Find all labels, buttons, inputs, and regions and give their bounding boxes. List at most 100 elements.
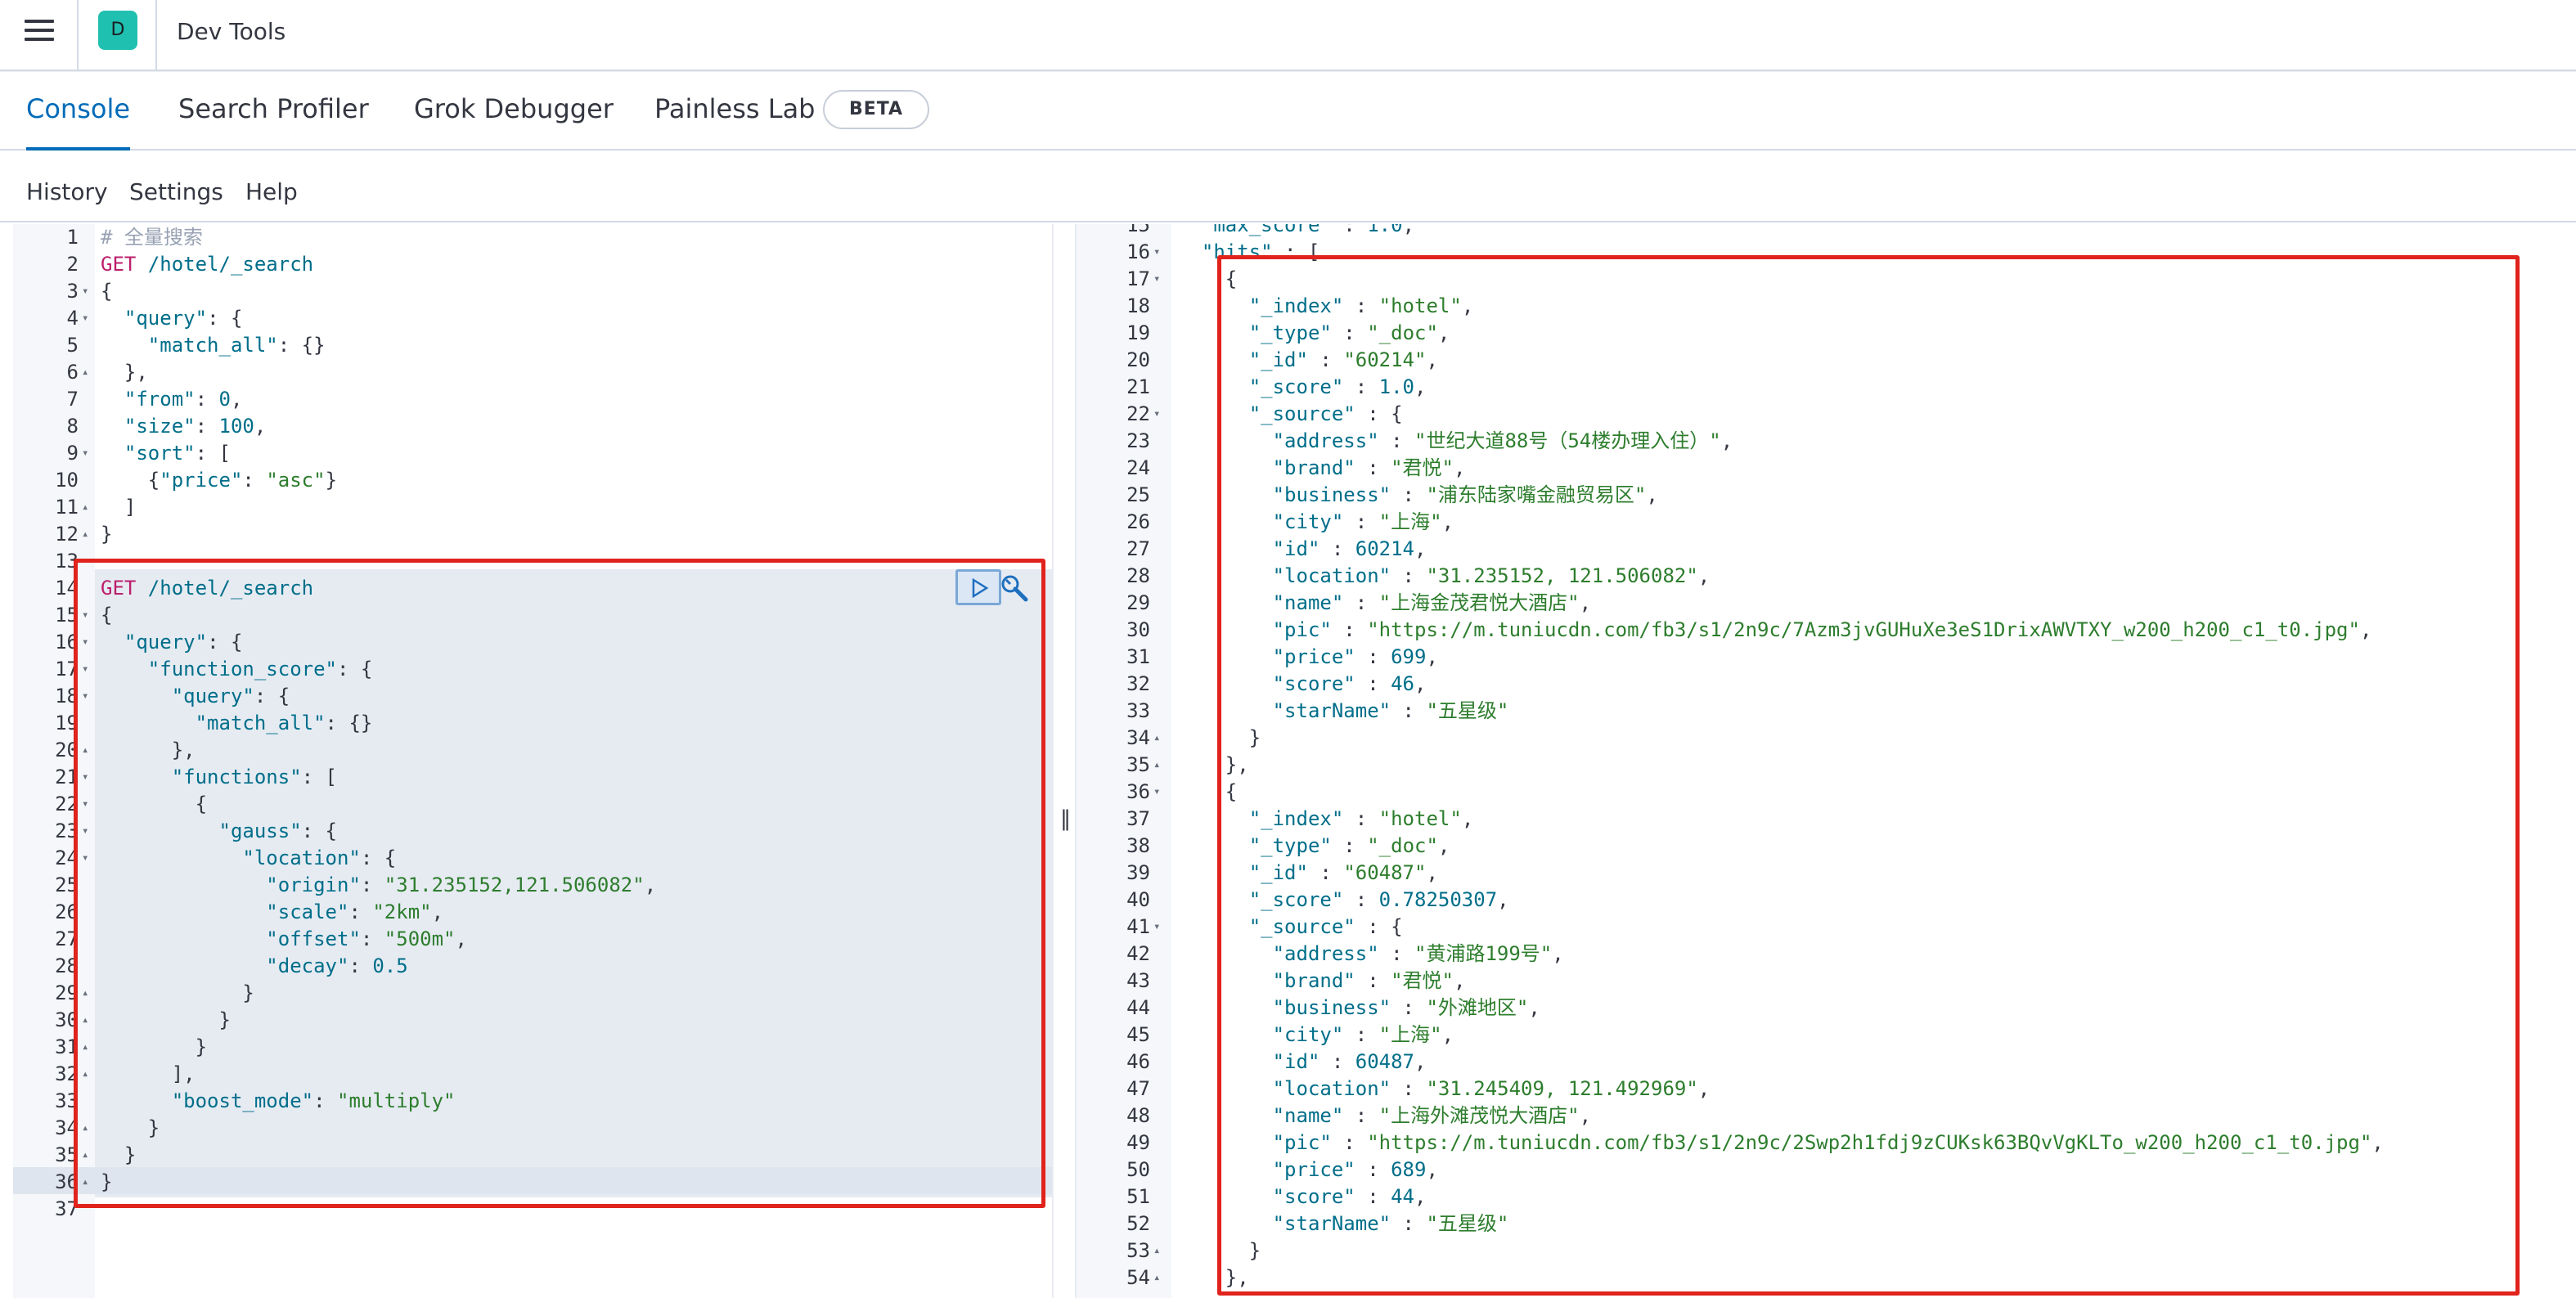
- fold-close-icon[interactable]: ▴: [82, 521, 88, 548]
- request-line[interactable]: 2 GET /hotel/_search: [13, 251, 1052, 278]
- tab-painless-lab[interactable]: Painless Lab: [654, 93, 815, 150]
- fold-open-icon[interactable]: ▾: [82, 305, 88, 332]
- request-line[interactable]: 36 ▴}: [13, 1169, 1052, 1196]
- pane-resizer[interactable]: ‖: [1052, 224, 1077, 1298]
- request-line[interactable]: 34 ▴ }: [13, 1115, 1052, 1142]
- line-number: 17: [55, 658, 79, 680]
- fold-close-icon[interactable]: ▴: [82, 1169, 88, 1196]
- fold-open-icon[interactable]: ▾: [82, 602, 88, 629]
- request-line[interactable]: 16 ▾ "query": {: [13, 629, 1052, 656]
- request-line[interactable]: 18 ▾ "query": {: [13, 683, 1052, 710]
- line-number: 6: [66, 361, 79, 384]
- response-line: 26 "city" : "上海",: [1077, 509, 2576, 536]
- top-header: D Dev Tools: [0, 0, 2576, 71]
- code-text: ]: [101, 496, 137, 519]
- tab-console[interactable]: Console: [26, 93, 131, 150]
- request-line[interactable]: 11 ▴ ]: [13, 494, 1052, 521]
- request-line[interactable]: 9 ▾ "sort": [: [13, 440, 1052, 467]
- fold-close-icon[interactable]: ▴: [82, 980, 88, 1007]
- request-line[interactable]: 23 ▾ "gauss": {: [13, 818, 1052, 845]
- code-text: "_id" : "60214",: [1248, 348, 1438, 371]
- response-line: 16 ▾ "hits" : [: [1077, 239, 2576, 266]
- hamburger-menu-icon[interactable]: [25, 20, 54, 43]
- breadcrumb-dev-tools[interactable]: Dev Tools: [177, 18, 285, 45]
- request-line[interactable]: 6 ▴ },: [13, 359, 1052, 386]
- response-line: 35 ▴ },: [1077, 752, 2576, 779]
- request-line[interactable]: 25 "origin": "31.235152,121.506082",: [13, 872, 1052, 899]
- request-line[interactable]: 5 "match_all": {}: [13, 332, 1052, 359]
- response-line: 24 "brand" : "君悦",: [1077, 455, 2576, 482]
- request-line[interactable]: 15 ▾ {: [13, 602, 1052, 629]
- request-line[interactable]: 21 ▾ "functions": [: [13, 764, 1052, 791]
- request-line[interactable]: 32 ▴ ],: [13, 1061, 1052, 1088]
- request-options-wrench-icon[interactable]: [998, 573, 1031, 605]
- request-line[interactable]: 26 "scale": "2km",: [13, 899, 1052, 926]
- request-line[interactable]: 1 # 全量搜索: [13, 224, 1052, 251]
- fold-close-icon[interactable]: ▴: [82, 1142, 88, 1169]
- request-line[interactable]: 33 "boost_mode": "multiply": [13, 1088, 1052, 1115]
- send-request-button[interactable]: [955, 569, 1001, 605]
- fold-open-icon[interactable]: ▾: [82, 764, 88, 791]
- request-line[interactable]: 31 ▴ }: [13, 1034, 1052, 1061]
- request-line[interactable]: 35 ▴ }: [13, 1142, 1052, 1169]
- fold-open-icon[interactable]: ▾: [82, 278, 88, 305]
- fold-open-icon[interactable]: ▾: [1153, 266, 1160, 293]
- fold-open-icon[interactable]: ▾: [82, 629, 88, 656]
- fold-close-icon[interactable]: ▴: [82, 359, 88, 386]
- request-line[interactable]: 3 ▾ {: [13, 278, 1052, 305]
- request-line[interactable]: 22 ▾ {: [13, 791, 1052, 818]
- request-line[interactable]: 20 ▴ },: [13, 737, 1052, 764]
- request-line[interactable]: 4 ▾ "query": {: [13, 305, 1052, 332]
- request-line[interactable]: 30 ▴ }: [13, 1007, 1052, 1034]
- request-line[interactable]: 13: [13, 548, 1052, 575]
- line-number: 1: [66, 226, 79, 249]
- request-line[interactable]: 17 ▾ "function_score": {: [13, 656, 1052, 683]
- response-line: 50 "price" : 689,: [1077, 1157, 2576, 1183]
- help-link[interactable]: Help: [245, 178, 298, 205]
- request-line[interactable]: 37: [13, 1196, 1052, 1223]
- settings-link[interactable]: Settings: [129, 178, 223, 205]
- fold-close-icon[interactable]: ▴: [82, 1034, 88, 1061]
- fold-open-icon[interactable]: ▾: [1153, 779, 1160, 806]
- fold-open-icon[interactable]: ▾: [1153, 914, 1160, 941]
- fold-open-icon[interactable]: ▾: [82, 683, 88, 710]
- request-line[interactable]: 27 "offset": "500m",: [13, 926, 1052, 953]
- request-line[interactable]: 29 ▴ }: [13, 980, 1052, 1007]
- fold-open-icon[interactable]: ▾: [82, 791, 88, 818]
- fold-close-icon[interactable]: ▴: [82, 494, 88, 521]
- line-number: 2: [66, 253, 79, 276]
- request-line[interactable]: 8 "size": 100,: [13, 413, 1052, 440]
- line-number: 9: [66, 442, 79, 465]
- request-editor[interactable]: 1 # 全量搜索 2 GET /hotel/_search 3 ▾{4 ▾ "query":…: [13, 224, 1052, 1298]
- request-line[interactable]: 28 "decay": 0.5: [13, 953, 1052, 980]
- request-line[interactable]: 10 {"price": "asc"}: [13, 467, 1052, 494]
- request-line[interactable]: 7 "from": 0,: [13, 386, 1052, 413]
- request-line[interactable]: 19 "match_all": {}: [13, 710, 1052, 737]
- line-number: 53: [1126, 1239, 1150, 1262]
- fold-close-icon[interactable]: ▴: [1153, 752, 1160, 779]
- fold-close-icon[interactable]: ▴: [1153, 1237, 1160, 1264]
- fold-open-icon[interactable]: ▾: [82, 818, 88, 845]
- line-number: 25: [1126, 483, 1150, 506]
- fold-close-icon[interactable]: ▴: [82, 737, 88, 764]
- history-link[interactable]: History: [26, 178, 108, 205]
- fold-close-icon[interactable]: ▴: [82, 1061, 88, 1088]
- request-line[interactable]: 14 GET /hotel/_search: [13, 575, 1052, 602]
- fold-close-icon[interactable]: ▴: [1153, 725, 1160, 752]
- request-line[interactable]: 12 ▴}: [13, 521, 1052, 548]
- fold-open-icon[interactable]: ▾: [1153, 239, 1160, 266]
- fold-close-icon[interactable]: ▴: [82, 1115, 88, 1142]
- tab-grok-debugger[interactable]: Grok Debugger: [414, 93, 614, 150]
- line-number: 31: [1126, 645, 1150, 668]
- fold-close-icon[interactable]: ▴: [1153, 1264, 1160, 1291]
- response-viewer[interactable]: 15 "max_score" : 1.0, 16 ▾ "hits" : [17 ▾ {…: [1077, 224, 2576, 1298]
- request-line[interactable]: 24 ▾ "location": {: [13, 845, 1052, 872]
- fold-open-icon[interactable]: ▾: [82, 656, 88, 683]
- code-text: }: [101, 523, 113, 546]
- tab-search-profiler[interactable]: Search Profiler: [178, 93, 369, 150]
- fold-open-icon[interactable]: ▾: [82, 845, 88, 872]
- fold-close-icon[interactable]: ▴: [82, 1007, 88, 1034]
- fold-open-icon[interactable]: ▾: [82, 440, 88, 467]
- fold-open-icon[interactable]: ▾: [1153, 401, 1160, 428]
- space-avatar[interactable]: D: [98, 11, 137, 50]
